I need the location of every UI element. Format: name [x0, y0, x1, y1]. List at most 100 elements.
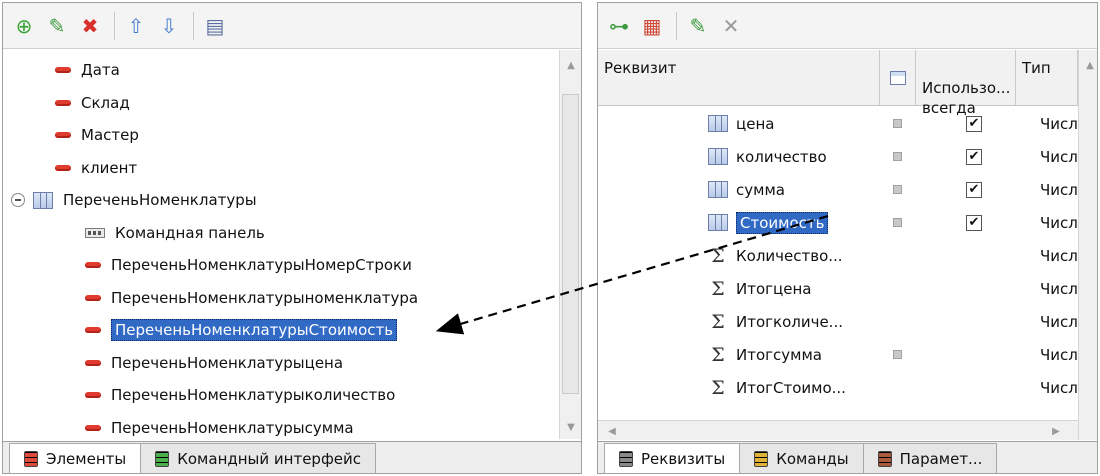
tree-item[interactable]: ПереченьНоменклатурыСтоимость [85, 314, 398, 346]
scroll-up-icon[interactable]: ▲ [560, 56, 581, 74]
always-use-checkbox[interactable]: ✔ [966, 181, 982, 198]
attribute-row[interactable]: сумма ✔ Числ [598, 173, 1078, 206]
tree-item-label: ПереченьНоменклатурыНомерСтроки [111, 256, 412, 274]
view-indicator [893, 119, 902, 128]
tree-item[interactable]: ПереченьНоменклатурыколичество [85, 379, 395, 411]
scroll-right-icon[interactable]: ▶ [1048, 422, 1064, 440]
type-cell: Числ [1040, 279, 1078, 298]
collapse-icon[interactable] [11, 193, 25, 207]
delete-button[interactable]: ✖ [75, 11, 105, 41]
always-use-cell: ✔ [966, 107, 986, 140]
table-icon [708, 148, 728, 165]
scroll-up-icon[interactable]: ▲ [1079, 56, 1097, 74]
attributes-horizontal-scrollbar[interactable]: ◀ ▶ [598, 420, 1078, 440]
always-use-checkbox[interactable]: ✔ [966, 148, 982, 165]
table-icon [708, 214, 728, 231]
column-header-attribute-label: Реквизит [604, 59, 677, 77]
type-cell: Числ [1040, 114, 1078, 133]
tree-item[interactable]: ПереченьНоменклатурыноменклатура [85, 282, 418, 314]
attribute-label: количество [736, 147, 827, 166]
view-indicator [893, 152, 902, 161]
tab-icon [877, 450, 892, 467]
tree-item[interactable]: ПереченьНоменклатуры [11, 184, 257, 216]
tree-item-label: Мастер [81, 126, 139, 144]
view-cell [893, 173, 907, 206]
type-cell: Числ [1040, 246, 1078, 265]
elements-vertical-scrollbar[interactable]: ▲ ▼ [559, 50, 581, 439]
tab-label: Парамет... [899, 449, 983, 468]
form-button[interactable]: ▤ [200, 11, 230, 41]
type-cell: Числ [1040, 147, 1078, 166]
scroll-thumb[interactable] [562, 94, 579, 394]
attribute-row[interactable]: Стоимость ✔ Числ [598, 206, 1078, 239]
attribute-label: цена [736, 114, 775, 133]
tab[interactable]: Элементы [9, 443, 142, 473]
tab[interactable]: Реквизиты [604, 443, 741, 473]
delete-icon: ✕ [722, 13, 740, 38]
always-use-checkbox[interactable]: ✔ [966, 214, 982, 231]
toolbar-separator [114, 11, 115, 40]
tree-item[interactable]: Дата [55, 54, 120, 86]
tree-item-label: ПереченьНоменклатурысумма [111, 418, 354, 437]
tree-item[interactable]: клиент [55, 152, 137, 184]
move-up-button[interactable]: ⇧ [121, 11, 151, 41]
attribute-label: сумма [736, 180, 785, 199]
tree-item[interactable]: Командная панель [85, 217, 265, 249]
edit-button[interactable]: ✎ [42, 11, 72, 41]
add-attribute-icon: ⊶ [609, 13, 629, 38]
attribute-cell: сумма [708, 173, 878, 206]
column-header-attribute[interactable]: Реквизит [598, 50, 880, 106]
column-view-icon [889, 71, 906, 85]
attribute-row[interactable]: цена ✔ Числ [598, 107, 1078, 140]
elements-tabbar: Элементы Командный интерфейс [3, 441, 581, 473]
tree-item[interactable]: ПереченьНоменклатурысумма [85, 412, 354, 444]
column-header-view[interactable] [880, 50, 916, 106]
tree-item[interactable]: ПереченьНоменклатурыцена [85, 347, 343, 379]
minus-icon [55, 164, 71, 171]
column-header-always-use[interactable]: Использо... всегда [916, 50, 1016, 117]
attributes-toolbar: ⊶ ▦ ✎ ✕ [598, 3, 1097, 49]
attributes-vertical-scrollbar[interactable]: ▲ [1078, 50, 1097, 440]
attribute-row[interactable]: Σ ИтогСтоимо... Числ [598, 371, 1078, 404]
tree-item-label: Дата [81, 61, 120, 79]
move-down-button[interactable]: ⇩ [154, 11, 184, 41]
scroll-down-icon[interactable]: ▼ [560, 418, 581, 436]
attribute-cell: Σ Количество... [708, 239, 878, 272]
tab[interactable]: Команды [739, 443, 864, 473]
type-cell: Числ [1040, 345, 1078, 364]
move-up-icon: ⇧ [127, 13, 145, 38]
column-header-type[interactable]: Тип [1016, 50, 1078, 106]
add-attribute-button[interactable]: ⊶ [604, 11, 634, 41]
tab[interactable]: Командный интерфейс [140, 443, 377, 473]
tree-item[interactable]: ПереченьНоменклатурыНомерСтроки [85, 249, 412, 281]
move-down-icon: ⇩ [160, 13, 178, 38]
scroll-left-icon[interactable]: ◀ [604, 422, 620, 440]
attribute-row[interactable]: Σ Итогколиче... Числ [598, 305, 1078, 338]
tree-item-label: ПереченьНоменклатуры [63, 191, 257, 209]
minus-icon [85, 262, 101, 268]
always-use-checkbox[interactable]: ✔ [966, 115, 982, 132]
attribute-cell: Σ Итогколиче... [708, 305, 878, 338]
elements-toolbar: ⊕ ✎ ✖ ⇧ ⇩ ▤ [3, 3, 581, 49]
tab-label: Командный интерфейс [177, 449, 362, 468]
add-button[interactable]: ⊕ [9, 11, 39, 41]
attribute-row[interactable]: Σ Итогцена Числ [598, 272, 1078, 305]
attribute-row[interactable]: количество ✔ Числ [598, 140, 1078, 173]
toolbar-separator [676, 11, 677, 40]
add-table-button[interactable]: ▦ [637, 11, 667, 41]
minus-icon [55, 132, 71, 138]
edit-button[interactable]: ✎ [683, 11, 713, 41]
attribute-cell: Σ Итогцена [708, 272, 878, 305]
tab[interactable]: Парамет... [862, 443, 998, 473]
view-indicator [893, 218, 902, 227]
table-icon [708, 115, 728, 132]
tree-item[interactable]: Склад [55, 87, 130, 119]
delete-button[interactable]: ✕ [716, 11, 746, 41]
attribute-row[interactable]: Σ Количество... Числ [598, 239, 1078, 272]
tree-item[interactable]: Мастер [55, 119, 139, 151]
minus-icon [85, 424, 101, 431]
attribute-label: ИтогСтоимо... [736, 378, 846, 397]
tree-item-label: клиент [81, 158, 138, 177]
attribute-row[interactable]: Σ Итогсумма Числ [598, 338, 1078, 371]
column-header-type-label: Тип [1022, 59, 1051, 77]
